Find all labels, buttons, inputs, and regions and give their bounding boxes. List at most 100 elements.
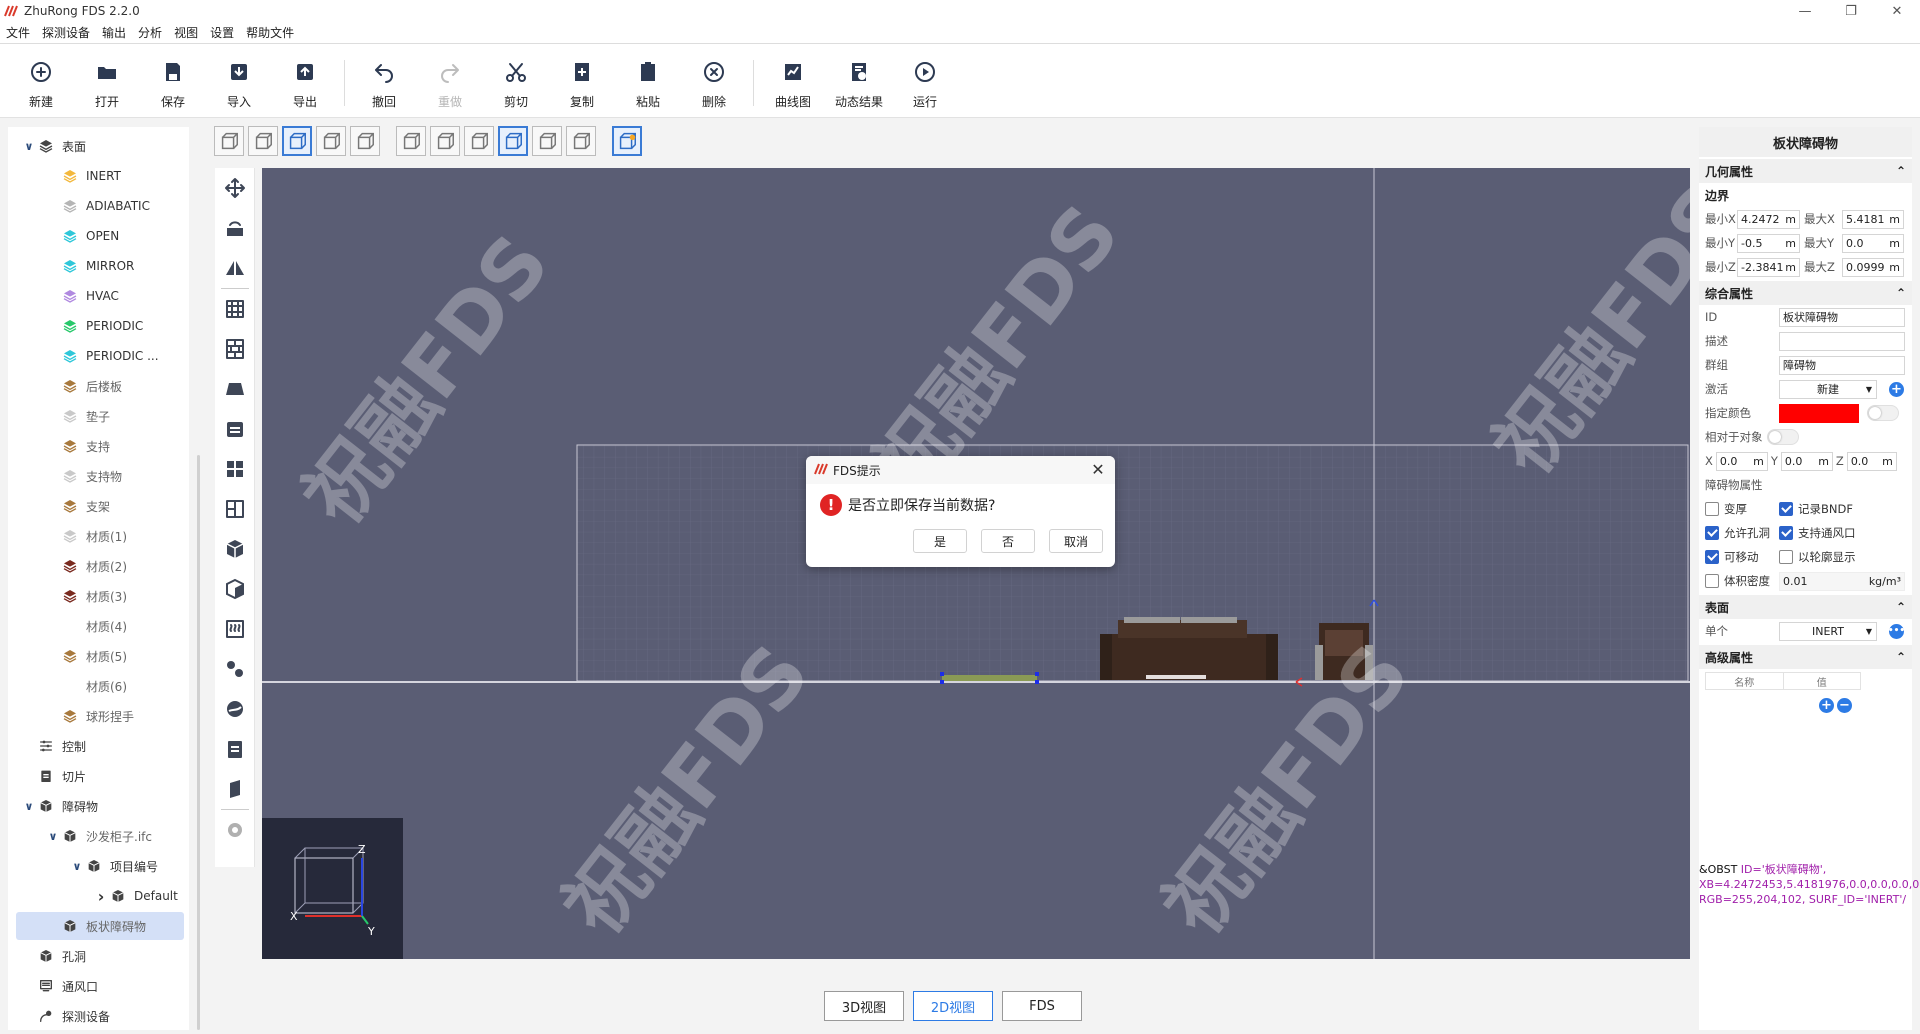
redo-button[interactable]: 重做 [417, 44, 483, 114]
vent-checkbox[interactable]: 支持通风口 [1779, 525, 1856, 541]
tree-item[interactable]: PERIODIC ... [8, 342, 159, 370]
tab-0[interactable]: 3D视图 [824, 991, 904, 1021]
tree-item[interactable]: ∨ 表面 [8, 132, 86, 160]
group-field[interactable]: 障碍物 [1779, 355, 1905, 375]
fan-icon[interactable] [215, 689, 255, 729]
id-field[interactable]: 板状障碍物 [1779, 307, 1905, 327]
orientation-cube[interactable]: X Z Y [262, 818, 403, 959]
dynamic-result-button[interactable]: 动态结果 [826, 44, 892, 114]
cylinder-icon[interactable] [215, 769, 255, 809]
copy-button[interactable]: 复制 [549, 44, 615, 114]
chevron-down-icon[interactable]: ∨ [22, 140, 36, 153]
menu-item-0[interactable]: 文件 [0, 24, 36, 41]
view-3d-icon[interactable] [214, 126, 244, 156]
tree-item[interactable]: PERIODIC [8, 312, 143, 340]
menu-item-6[interactable]: 帮助文件 [240, 24, 300, 41]
close-window-icon[interactable]: ✕ [1874, 0, 1920, 22]
particles-icon[interactable] [215, 649, 255, 689]
allow-hole-checkbox[interactable]: 允许孔洞 [1705, 525, 1779, 541]
door-icon[interactable] [215, 409, 255, 449]
clipboard-icon[interactable] [215, 729, 255, 769]
dialog-close-icon[interactable]: ✕ [1089, 460, 1107, 479]
maximize-icon[interactable]: ❐ [1828, 0, 1874, 22]
geometry-section-header[interactable]: 几何属性 ⌃ [1699, 159, 1912, 183]
min-z-field[interactable]: -2.3841 m [1737, 257, 1800, 277]
folder-open-button[interactable]: 打开 [74, 44, 140, 114]
window-icon[interactable] [215, 449, 255, 489]
tree-item[interactable]: 材质(3) [8, 582, 127, 610]
general-section-header[interactable]: 综合属性 ⌃ [1699, 281, 1912, 305]
outline-checkbox[interactable]: 以轮廓显示 [1779, 549, 1856, 565]
max-x-field[interactable]: 5.4181 m [1842, 209, 1904, 229]
outline-check[interactable] [1779, 550, 1793, 564]
min-y-field[interactable]: -0.5 m [1737, 233, 1800, 253]
chevron-down-icon[interactable]: ∨ [22, 800, 36, 813]
tree-item[interactable]: 材质(1) [8, 522, 127, 550]
thicken-check[interactable] [1705, 502, 1719, 516]
tree-item[interactable]: 孔洞 [8, 942, 86, 970]
tree-item[interactable]: HVAC [8, 282, 119, 310]
max-z-field[interactable]: 0.0999 m [1842, 257, 1904, 277]
view-right-icon[interactable] [350, 126, 380, 156]
tree-item[interactable]: 支持物 [8, 462, 122, 490]
line-chart-button[interactable]: 曲线图 [760, 44, 826, 114]
stairs-icon[interactable] [215, 489, 255, 529]
tree-item[interactable]: 板状障碍物 [16, 912, 184, 940]
minimize-icon[interactable]: — [1782, 0, 1828, 22]
tree-item[interactable]: 材质(2) [8, 552, 127, 580]
rel-z-field[interactable]: 0.0 m [1846, 451, 1897, 471]
tree-item[interactable]: ADIABATIC [8, 192, 150, 220]
rel-y-field[interactable]: 0.0 m [1780, 451, 1833, 471]
bndf-checkbox[interactable]: 记录BNDF [1779, 501, 1853, 517]
sidebar-scrollbar[interactable] [197, 455, 200, 1030]
tab-2[interactable]: FDS [1002, 991, 1082, 1021]
tree-item[interactable]: › Default [8, 882, 178, 910]
max-y-field[interactable]: 0.0 m [1842, 233, 1904, 253]
chevron-down-icon[interactable]: ∨ [70, 860, 84, 873]
tree-item[interactable]: ∨ 沙发柜子.ifc [8, 822, 152, 850]
activate-select[interactable]: 新建 ▼ [1779, 379, 1877, 399]
menu-item-4[interactable]: 视图 [168, 24, 204, 41]
run-button[interactable]: 运行 [892, 44, 958, 114]
movable-check[interactable] [1705, 550, 1719, 564]
yes-button[interactable]: 是 [913, 529, 967, 553]
advanced-section-header[interactable]: 高级属性 ⌃ [1699, 645, 1912, 669]
tree-item[interactable]: MIRROR [8, 252, 134, 280]
more-surface-button[interactable]: ••• [1888, 623, 1905, 639]
color-swatch[interactable] [1779, 403, 1859, 423]
tree-item[interactable]: 探测设备 [8, 1002, 110, 1030]
view-bottom-icon[interactable] [430, 126, 460, 156]
chevron-right-icon[interactable]: › [94, 887, 108, 906]
menu-item-3[interactable]: 分析 [132, 24, 168, 41]
view-top-icon[interactable] [396, 126, 426, 156]
delete-button[interactable]: 删除 [681, 44, 747, 114]
mirror-icon[interactable] [215, 248, 255, 288]
color-toggle[interactable] [1867, 405, 1899, 421]
slab-icon[interactable] [215, 369, 255, 409]
view-iso4-icon[interactable] [566, 126, 596, 156]
tree-item[interactable]: OPEN [8, 222, 119, 250]
bulk-density-field[interactable]: 0.01 kg/m³ [1779, 571, 1905, 591]
tree-item[interactable]: 垫子 [8, 402, 110, 430]
allow-hole-check[interactable] [1705, 526, 1719, 540]
tree-item[interactable]: 支持 [8, 432, 110, 460]
remove-advanced-button[interactable]: − [1837, 697, 1852, 713]
move-icon[interactable] [215, 168, 255, 208]
tree-item[interactable]: 材质(6) [8, 672, 127, 700]
view-iso1-icon[interactable] [464, 126, 494, 156]
undo-button[interactable]: 撤回 [351, 44, 417, 114]
bulk-density-check[interactable] [1705, 574, 1719, 588]
chevron-down-icon[interactable]: ∨ [46, 830, 60, 843]
surface-select[interactable]: INERT ▼ [1779, 621, 1877, 641]
plus-circle-button[interactable]: 新建 [8, 44, 74, 114]
tree-item[interactable]: ∨ 项目编号 [8, 852, 158, 880]
rel-x-field[interactable]: 0.0 m [1715, 451, 1768, 471]
settings-icon[interactable] [215, 810, 255, 850]
menu-item-1[interactable]: 探测设备 [36, 24, 96, 41]
view-iso2-icon[interactable] [498, 126, 528, 156]
tree-item[interactable]: 控制 [8, 732, 86, 760]
relative-toggle[interactable] [1767, 429, 1799, 445]
box-icon[interactable] [215, 529, 255, 569]
tree-item[interactable]: 通风口 [8, 972, 98, 1000]
menu-item-2[interactable]: 输出 [96, 24, 132, 41]
